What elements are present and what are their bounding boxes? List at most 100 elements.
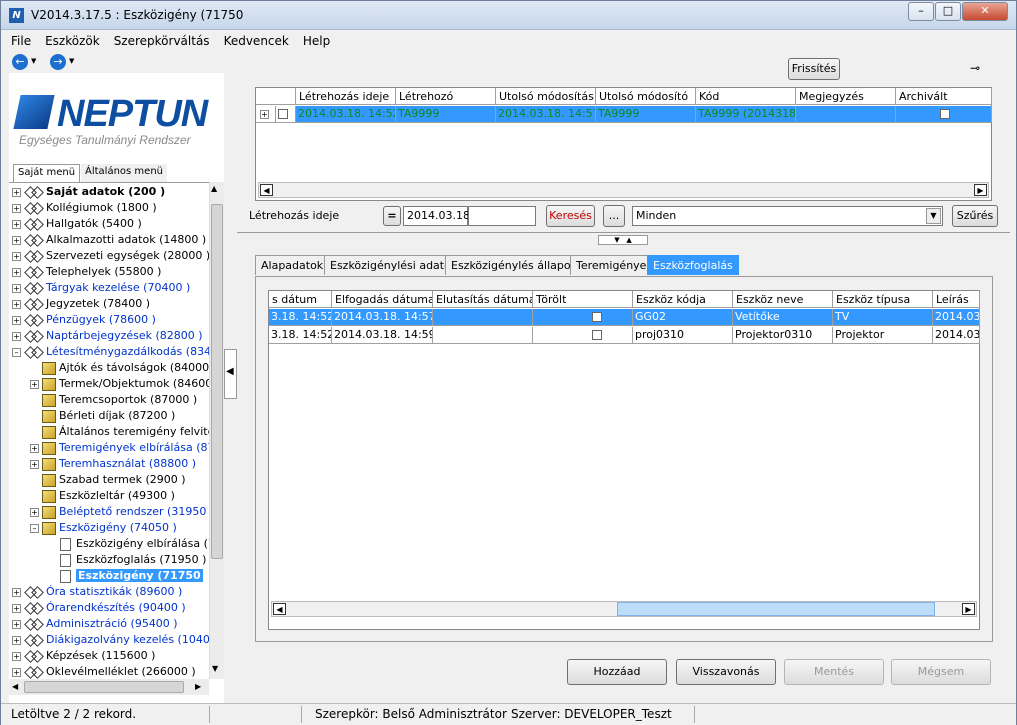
tab-teremigenyek[interactable]: Teremigények (570, 255, 659, 275)
tree-item[interactable]: + Termek/Objektumok (84600 (30, 376, 209, 392)
menu-file[interactable]: File (1, 31, 36, 48)
lower-col-header[interactable]: Elfogadás dátuma (332, 291, 433, 308)
back-icon[interactable]: ← (12, 54, 28, 70)
tree-item[interactable]: Általános teremigény felvitele (30, 424, 209, 440)
top-col-header[interactable]: Utolsó módosítás ... (496, 88, 596, 105)
lower-hscrollbar[interactable]: ◀ ▶ (271, 601, 977, 617)
tree-item[interactable]: + Hallgatók (5400 ) (12, 216, 142, 232)
expand-icon[interactable]: + (12, 219, 21, 229)
expand-icon[interactable]: + (30, 507, 39, 517)
split-toggle[interactable]: ▼ ▲ (598, 235, 648, 245)
tree-item[interactable]: Teremcsoportok (87000 ) (30, 392, 197, 408)
collapse-left-icon[interactable]: ◀ (226, 366, 234, 377)
filter-date-input-2[interactable] (468, 206, 536, 226)
deleted-checkbox[interactable] (533, 327, 633, 344)
expand-icon[interactable]: + (12, 315, 21, 325)
row-checkbox[interactable] (276, 106, 296, 123)
tree-item[interactable]: + Saját adatok (200 ) (12, 184, 165, 200)
expand-icon[interactable]: + (30, 379, 39, 389)
expand-icon[interactable]: + (30, 443, 39, 453)
tree-item[interactable]: + Képzések (115600 ) (12, 648, 155, 664)
archived-checkbox[interactable] (896, 106, 992, 123)
expand-icon[interactable]: + (12, 635, 21, 645)
tree-item[interactable]: + Kollégiumok (1800 ) (12, 200, 157, 216)
tree-item[interactable]: + Szervezeti egységek (28000 ) (12, 248, 209, 264)
tree-item[interactable]: + Teremigények elbírálása (876 (30, 440, 209, 456)
top-hscrollbar[interactable]: ◀ ▶ (258, 182, 989, 198)
lower-col-header[interactable]: Eszköz neve (733, 291, 833, 308)
menu-help[interactable]: Help (294, 31, 335, 48)
lower-hscroll-thumb[interactable] (617, 602, 935, 616)
tree-item[interactable]: – Eszközigény (74050 ) (30, 520, 177, 536)
scroll-left-icon[interactable]: ◀ (12, 682, 18, 691)
expand-icon[interactable]: + (12, 203, 21, 213)
expand-icon[interactable]: + (12, 651, 21, 661)
scroll-right-icon[interactable]: ▶ (962, 603, 975, 615)
tree-item[interactable]: + Oklevélmelléklet (266000 ) (12, 664, 196, 679)
minimize-button[interactable]: – (908, 2, 934, 21)
lower-col-header[interactable]: Törölt (533, 291, 633, 308)
scroll-down-icon[interactable]: ▼ (212, 664, 218, 673)
pane-splitter[interactable]: ◀ (224, 51, 237, 703)
operator-button[interactable]: = (383, 206, 401, 226)
search-button[interactable]: Keresés (546, 205, 595, 227)
tab-eszkozfoglalas[interactable]: Eszközfoglalás (647, 255, 739, 275)
save-button[interactable]: Mentés (784, 659, 884, 685)
tree-item[interactable]: Eszközigény (71750 (48, 568, 203, 584)
tree-item[interactable]: + Órarendkészítés (90400 ) (12, 600, 186, 616)
tab-eszkozigenyles-allapota[interactable]: Eszközigénylés állapota (445, 255, 588, 275)
forward-dropdown-icon[interactable]: ▼ (69, 57, 74, 65)
tree-hscroll-thumb[interactable] (24, 681, 184, 693)
scroll-left-icon[interactable]: ◀ (260, 184, 273, 196)
expand-icon[interactable]: + (12, 251, 21, 261)
filter-date-input[interactable]: 2014.03.18 (403, 206, 470, 226)
tree-item[interactable]: + Teremhasználat (88800 ) (30, 456, 196, 472)
maximize-button[interactable]: □ (935, 2, 961, 21)
chevron-down-icon[interactable]: ▼ (926, 208, 941, 224)
tree-item[interactable]: Ajtók és távolságok (84000 ) (30, 360, 209, 376)
refresh-button[interactable]: Frissítés (788, 58, 840, 80)
collapse-icon[interactable]: – (30, 523, 39, 533)
tree-item[interactable]: + Diákigazolvány kezelés (10400 ) (12, 632, 209, 648)
tab-altalanos-menu[interactable]: Általános menü (81, 164, 167, 182)
lower-col-header[interactable]: Elutasítás dátuma (433, 291, 533, 308)
tab-eszkozigenylesi-adatok[interactable]: Eszközigénylési adatok (324, 255, 464, 275)
table-row[interactable]: 3.18. 14:52:5 2014.03.18. 14:59:2 proj03… (269, 327, 980, 345)
tree-vscroll-thumb[interactable] (211, 204, 223, 559)
tab-alapadatok[interactable]: Alapadatok (255, 255, 330, 275)
filter-button[interactable]: Szűrés (952, 205, 998, 227)
tree-item[interactable]: + Tárgyak kezelése (70400 ) (12, 280, 190, 296)
expand-icon[interactable]: + (12, 283, 21, 293)
scroll-up-icon[interactable]: ▲ (211, 184, 217, 193)
tree-item[interactable]: + Alkalmazotti adatok (14800 ) (12, 232, 206, 248)
close-button[interactable]: ✕ (962, 2, 1008, 21)
expand-icon[interactable]: + (12, 299, 21, 309)
revert-button[interactable]: Visszavonás (676, 659, 776, 685)
expand-icon[interactable]: + (12, 619, 21, 629)
tree-item[interactable]: Eszközfoglalás (71950 ) (48, 552, 206, 568)
menu-eszkozok[interactable]: Eszközök (36, 31, 105, 48)
table-row[interactable]: 3.18. 14:52:5 2014.03.18. 14:57:0 GG02 V… (269, 309, 980, 327)
collapse-icon[interactable]: – (12, 347, 21, 357)
top-col-header[interactable]: Archivált (896, 88, 992, 105)
ellipsis-button[interactable]: ... (603, 205, 625, 227)
deleted-checkbox[interactable] (533, 309, 633, 326)
expand-icon[interactable]: + (12, 267, 21, 277)
tree-hscrollbar[interactable]: ◀ ▶ (9, 679, 209, 695)
lower-col-header[interactable]: s dátum (269, 291, 332, 308)
tree-item[interactable]: + Telephelyek (55800 ) (12, 264, 161, 280)
lower-col-header[interactable]: Eszköz kódja (633, 291, 733, 308)
scroll-right-icon[interactable]: ▶ (195, 682, 201, 691)
top-col-header[interactable]: Létrehozó (396, 88, 496, 105)
expand-icon[interactable]: + (12, 331, 21, 341)
lower-col-header[interactable]: Eszköz típusa (833, 291, 933, 308)
pin-icon[interactable]: ⊸ (970, 61, 980, 75)
back-dropdown-icon[interactable]: ▼ (31, 57, 36, 65)
tree-item[interactable]: + Óra statisztikák (89600 ) (12, 584, 182, 600)
tree-item[interactable]: + Beléptető rendszer (31950 ) (30, 504, 209, 520)
tree-item[interactable]: + Jegyzetek (78400 ) (12, 296, 150, 312)
scroll-left-icon[interactable]: ◀ (273, 603, 286, 615)
tree-item[interactable]: Szabad termek (2900 ) (30, 472, 186, 488)
expand-icon[interactable]: + (12, 587, 21, 597)
tree-vscrollbar[interactable]: ▲ ▼ (209, 182, 224, 679)
